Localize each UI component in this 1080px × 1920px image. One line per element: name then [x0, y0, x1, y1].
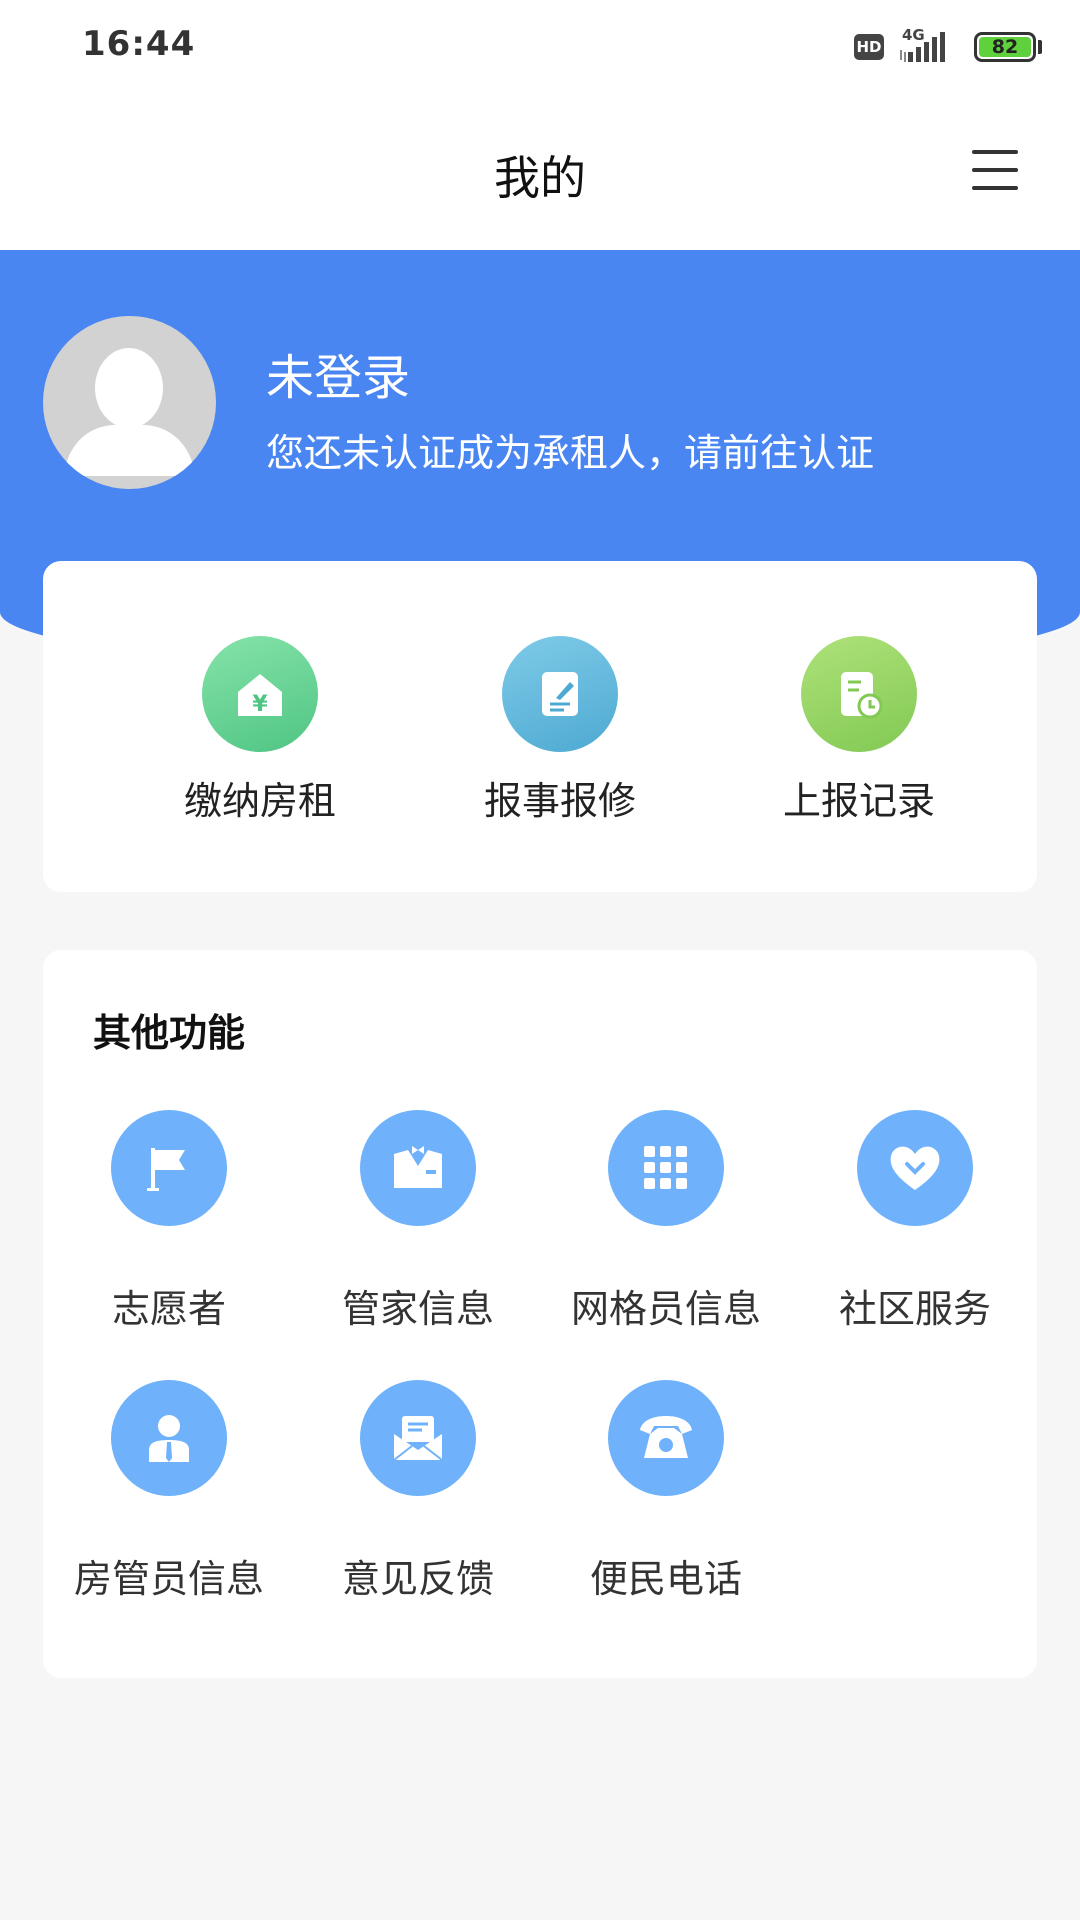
menu-icon-line	[972, 168, 1018, 172]
person-icon	[111, 1380, 227, 1496]
grid-worker-info-label: 网格员信息	[570, 1287, 761, 1331]
section-title: 其他功能	[93, 1011, 246, 1055]
butler-icon	[360, 1110, 476, 1226]
record-clock-icon	[801, 636, 917, 752]
battery-tip	[1038, 40, 1042, 54]
telephone-icon	[608, 1380, 724, 1496]
report-record-button[interactable]: 上报记录	[769, 636, 949, 825]
report-repair-label: 报事报修	[483, 779, 636, 823]
grid-worker-info-button[interactable]: 网格员信息	[556, 1110, 776, 1333]
verify-prompt[interactable]: 您还未认证成为承租人，请前往认证	[266, 422, 874, 477]
heart-icon	[857, 1110, 973, 1226]
flag-icon	[111, 1110, 227, 1226]
housing-manager-info-button[interactable]: 房管员信息	[59, 1380, 279, 1603]
grid-icon	[608, 1110, 724, 1226]
volunteer-label: 志愿者	[111, 1287, 226, 1331]
status-bar: 16:44 HD 4G 82	[0, 0, 1080, 96]
hotline-label: 便民电话	[589, 1557, 742, 1601]
menu-icon-line	[972, 150, 1018, 154]
report-repair-button[interactable]: 报事报修	[470, 636, 650, 825]
network-type: 4G	[902, 26, 925, 44]
nav-bar: 我的	[0, 96, 1080, 250]
housing-manager-info-label: 房管员信息	[73, 1557, 264, 1601]
battery-icon: 82	[974, 32, 1036, 62]
default-user-icon	[63, 348, 196, 476]
menu-button[interactable]	[972, 150, 1018, 190]
battery-level: 82	[979, 37, 1031, 57]
page-title: 我的	[494, 151, 586, 205]
pay-rent-label: 缴纳房租	[183, 779, 336, 823]
user-name[interactable]: 未登录	[266, 338, 410, 408]
svg-text:¥: ¥	[252, 692, 268, 717]
community-service-label: 社区服务	[838, 1287, 991, 1331]
hd-badge: HD	[854, 34, 884, 60]
avatar[interactable]	[43, 316, 216, 489]
status-time: 16:44	[82, 24, 196, 64]
other-functions-card: 其他功能 志愿者 管家信息 网格员信息 社区服务 房管员信息 意见反馈 便民电话	[43, 950, 1037, 1678]
hotline-button[interactable]: 便民电话	[556, 1380, 776, 1603]
house-yuan-icon: ¥	[202, 636, 318, 752]
report-record-label: 上报记录	[782, 779, 935, 823]
pay-rent-button[interactable]: ¥ 缴纳房租	[170, 636, 350, 825]
volunteer-button[interactable]: 志愿者	[59, 1110, 279, 1333]
edit-document-icon	[502, 636, 618, 752]
mail-icon	[360, 1380, 476, 1496]
community-service-button[interactable]: 社区服务	[805, 1110, 1025, 1333]
feedback-button[interactable]: 意见反馈	[308, 1380, 528, 1603]
menu-icon-line	[972, 186, 1018, 190]
feedback-label: 意见反馈	[341, 1557, 494, 1601]
butler-info-label: 管家信息	[341, 1287, 494, 1331]
butler-info-button[interactable]: 管家信息	[308, 1110, 528, 1333]
quick-actions-card: ¥ 缴纳房租 报事报修 上报记录	[43, 561, 1037, 892]
